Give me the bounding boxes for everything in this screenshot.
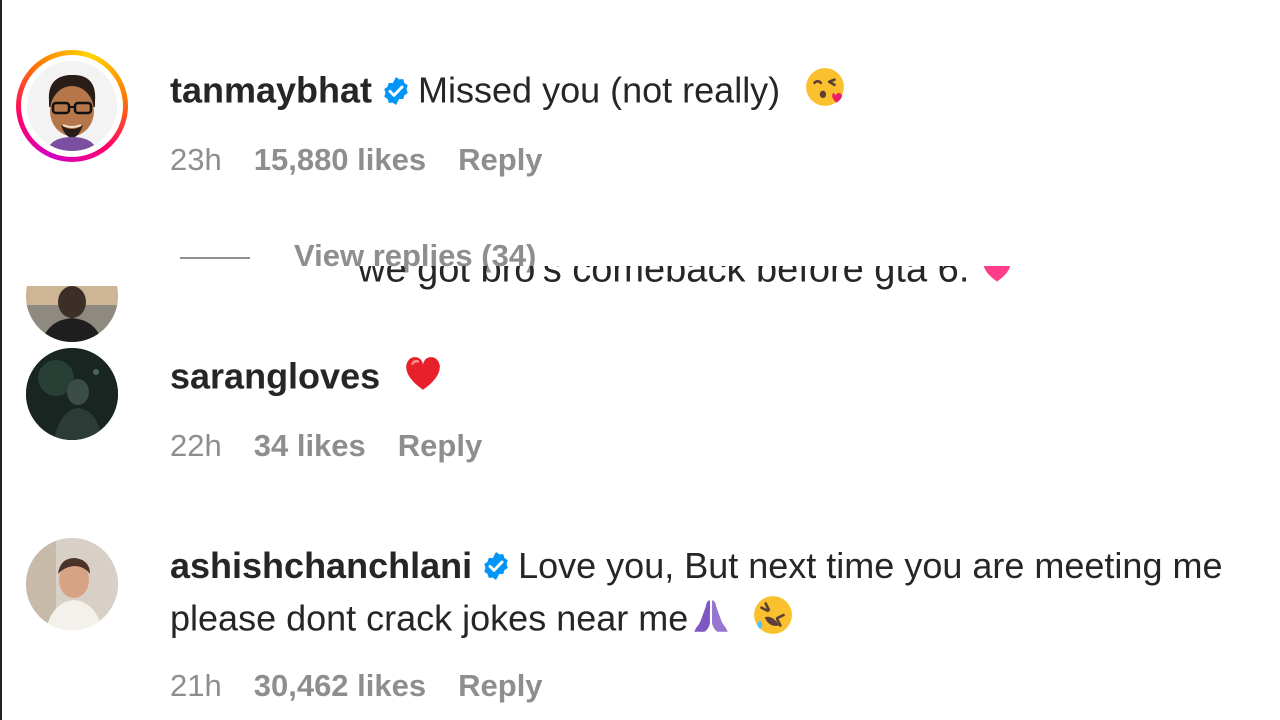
- timestamp[interactable]: 23h: [170, 142, 222, 177]
- comment-text: Missed you (not really): [418, 69, 781, 111]
- avatar-partial[interactable]: [26, 286, 118, 342]
- likes-count[interactable]: 34 likes: [254, 428, 366, 463]
- red-heart-icon: [402, 352, 444, 406]
- pink-heart-icon: [979, 266, 1015, 293]
- replies-divider: [180, 256, 250, 259]
- story-ring[interactable]: [16, 50, 128, 162]
- avatar-illustration: [26, 348, 118, 440]
- verified-badge-icon: [380, 71, 412, 119]
- reply-button[interactable]: Reply: [398, 428, 482, 463]
- avatar[interactable]: [26, 538, 118, 630]
- avatar-illustration: [26, 538, 118, 630]
- username[interactable]: tanmaybhat: [170, 70, 372, 111]
- avatar-illustration: [27, 61, 117, 151]
- verified-badge-icon: [480, 546, 512, 594]
- reply-button[interactable]: Reply: [458, 142, 542, 177]
- comment-text-line: sarangloves: [170, 352, 1260, 406]
- avatar[interactable]: [27, 61, 117, 151]
- likes-count[interactable]: 30,462 likes: [254, 668, 426, 703]
- partial-comment-text: we got bro's comeback before gta 6.: [358, 266, 1015, 303]
- partial-comment-body: we got bro's comeback before gta 6.: [358, 266, 970, 291]
- comment-meta: 22h 34 likes Reply: [170, 428, 514, 464]
- reply-button[interactable]: Reply: [458, 668, 542, 703]
- timestamp[interactable]: 21h: [170, 668, 222, 703]
- timestamp[interactable]: 22h: [170, 428, 222, 463]
- rolling-on-floor-laughing-icon: [752, 594, 794, 648]
- avatar-illustration: [26, 286, 118, 342]
- avatar[interactable]: [26, 348, 118, 440]
- comment-text-line: tanmaybhat Missed you (not really): [170, 66, 1260, 120]
- likes-count[interactable]: 15,880 likes: [254, 142, 426, 177]
- username[interactable]: sarangloves: [170, 356, 380, 397]
- window-border: [0, 0, 2, 720]
- comment-meta: 23h 15,880 likes Reply: [170, 142, 575, 178]
- comment-meta: 21h 30,462 likes Reply: [170, 668, 575, 704]
- comment-text-line: ashishchanchlani Love you, But next time …: [170, 542, 1260, 648]
- username[interactable]: ashishchanchlani: [170, 545, 472, 586]
- folded-hands-icon: [690, 594, 732, 648]
- face-blowing-kiss-icon: [804, 66, 846, 120]
